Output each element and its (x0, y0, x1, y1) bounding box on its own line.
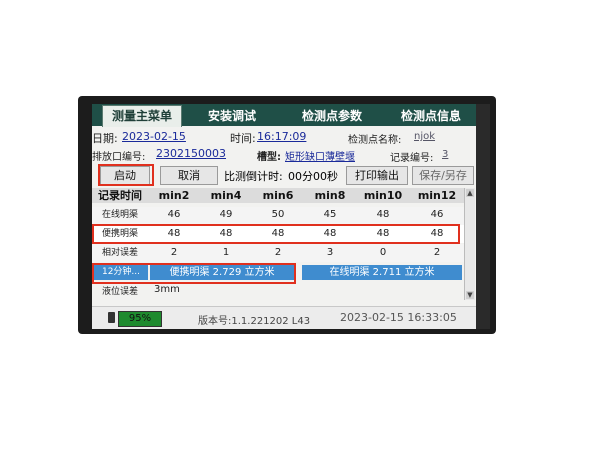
slot-label: 槽型: (257, 152, 281, 163)
table-cell: 46 (430, 209, 444, 220)
column-header: min12 (410, 188, 465, 203)
record-label: 记录编号: (390, 153, 434, 164)
scroll-down-icon[interactable]: ▼ (466, 291, 474, 299)
version-text: 版本号:1.1.221202 L43 (198, 316, 311, 327)
table-cell: 49 (219, 209, 233, 220)
scroll-up-icon[interactable]: ▲ (466, 189, 474, 197)
date-label: 日期: (92, 132, 118, 145)
table-cell: 45 (323, 209, 337, 220)
row-label-error: 相对误差 (101, 248, 138, 258)
device-side-bezel (476, 104, 490, 329)
battery-indicator: 95% (118, 311, 162, 327)
status-datetime: 2023-02-15 16:33:05 (340, 311, 457, 324)
row-label-online: 在线明渠 (101, 210, 138, 220)
countdown-label: 比测倒计时: (224, 170, 283, 183)
level-error-label: 液位误差 (101, 287, 138, 297)
save-button[interactable]: 保存/另存 (412, 166, 474, 185)
info-row-outlet: 排放口编号: 2302150003 槽型: 矩形缺口薄壁堰 记录编号: 3 (92, 146, 476, 164)
cancel-button[interactable]: 取消 (160, 166, 218, 185)
column-header: min2 (148, 188, 201, 203)
record-value[interactable]: 3 (442, 149, 448, 160)
date-value[interactable]: 2023-02-15 (122, 130, 186, 143)
table-cell: 2 (274, 247, 282, 258)
slot-value[interactable]: 矩形缺口薄壁堰 (285, 148, 355, 163)
column-header: min10 (356, 188, 411, 203)
table-cell: 48 (376, 209, 390, 220)
table-cell: 0 (379, 247, 387, 258)
status-bar: 95% 版本号:1.1.221202 L43 2023-02-15 16:33:… (92, 306, 476, 329)
table-cell: 1 (222, 247, 230, 258)
column-header: min8 (304, 188, 357, 203)
info-row-date: 日期: 2023-02-15 时间: 16:17:09 检测点名称: njok (92, 128, 476, 146)
tab-point-params[interactable]: 检测点参数 (287, 106, 377, 126)
point-name-value[interactable]: njok (414, 131, 435, 142)
countdown-value: 00分00秒 (288, 170, 338, 183)
table-cell: 2 (433, 247, 441, 258)
time-label: 时间: (230, 132, 256, 145)
tab-point-info[interactable]: 检测点信息 (387, 106, 475, 126)
outlet-value[interactable]: 2302150003 (156, 147, 226, 160)
summary-online: 在线明渠 2.711 立方米 (302, 265, 462, 280)
table-cell: 2 (170, 247, 178, 258)
table-cell: 3 (326, 247, 334, 258)
column-header: min6 (252, 188, 305, 203)
highlight-start-button (98, 164, 154, 186)
highlight-portable-row (92, 224, 460, 244)
table-cell: 50 (271, 209, 285, 220)
tab-install-debug[interactable]: 安装调试 (192, 106, 272, 126)
sd-card-icon (108, 312, 115, 323)
point-name-label: 检测点名称: (348, 135, 402, 146)
level-error-value: 3mm (154, 284, 180, 295)
table-cell: 46 (167, 209, 181, 220)
tab-measure-main[interactable]: 测量主菜单 (102, 105, 182, 127)
outlet-label: 排放口编号: (92, 152, 146, 163)
highlight-summary (92, 263, 296, 284)
tab-bar: 测量主菜单 安装调试 检测点参数 检测点信息 (92, 104, 476, 127)
print-button[interactable]: 打印输出 (346, 166, 408, 185)
device-screen: 测量主菜单 安装调试 检测点参数 检测点信息 日期: 2023-02-15 时间… (92, 104, 476, 329)
time-value[interactable]: 16:17:09 (257, 130, 306, 143)
column-header: min4 (200, 188, 253, 203)
table-scrollbar[interactable]: ▲ ▼ (464, 188, 475, 300)
table-header-label: 记录时间 (92, 188, 149, 203)
